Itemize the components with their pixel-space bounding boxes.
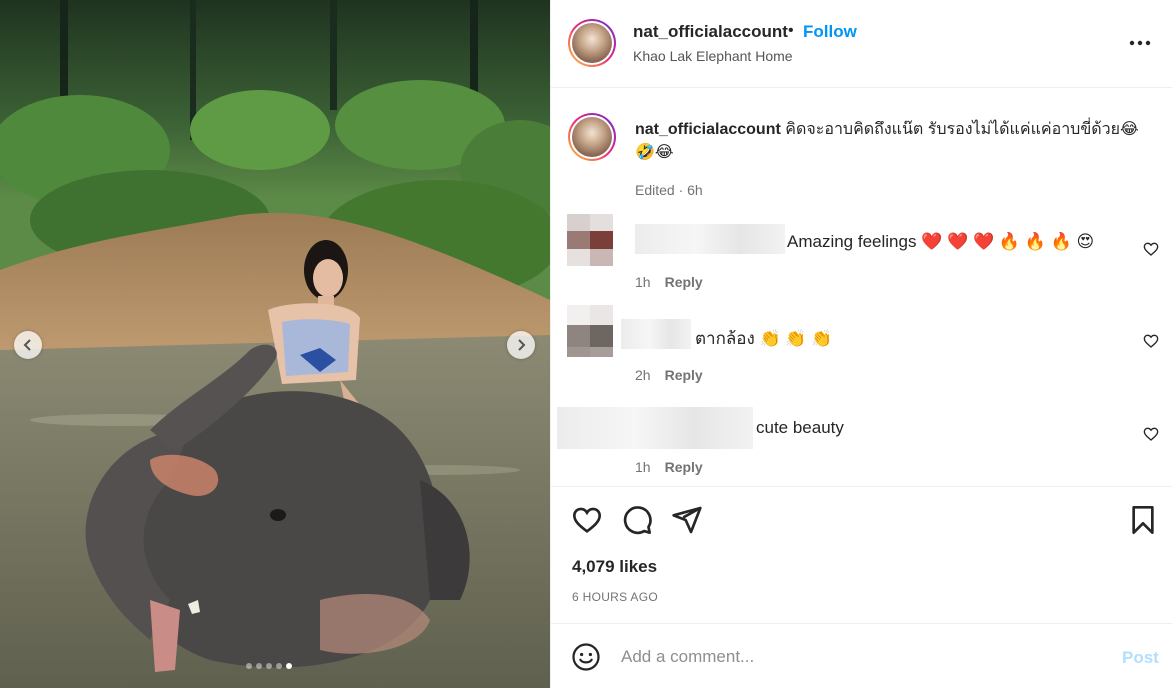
- caption-author-avatar[interactable]: [568, 113, 616, 161]
- header-separator: •: [788, 22, 794, 39]
- comment-text: ตากล้อง 👏 👏 👏: [695, 329, 833, 348]
- more-options-button[interactable]: [1129, 32, 1151, 54]
- post-actions: 4,079 likes 6 HOURS AGO: [551, 486, 1172, 623]
- chevron-right-icon: [518, 339, 526, 351]
- comment-time: 2h: [635, 367, 651, 383]
- commenter-username-blurred[interactable]: [635, 224, 785, 254]
- like-comment-icon[interactable]: [1143, 241, 1159, 257]
- carousel-dot: [276, 663, 282, 669]
- comment-time: 1h: [635, 274, 651, 290]
- post-caption: nat_officialaccount คิดจะอาบคิดถึงแน๊ต ร…: [635, 118, 1155, 164]
- share-send-icon[interactable]: [671, 504, 703, 536]
- carousel-indicator: [246, 663, 292, 669]
- next-slide-button[interactable]: [507, 331, 535, 359]
- post-header: nat_officialaccount • Follow Khao Lak El…: [551, 0, 1172, 88]
- reply-button[interactable]: Reply: [665, 367, 703, 383]
- save-bookmark-icon[interactable]: [1127, 504, 1159, 536]
- reply-button[interactable]: Reply: [665, 459, 703, 475]
- previous-slide-button[interactable]: [14, 331, 42, 359]
- photo-scene: [0, 0, 550, 688]
- commenter-avatar[interactable]: [567, 305, 613, 357]
- author-username[interactable]: nat_officialaccount: [633, 22, 788, 42]
- carousel-dot: [286, 663, 292, 669]
- carousel-dot: [256, 663, 262, 669]
- comment-bubble-icon[interactable]: [621, 504, 653, 536]
- like-heart-icon[interactable]: [571, 504, 603, 536]
- post-detail-panel: nat_officialaccount • Follow Khao Lak El…: [550, 0, 1172, 688]
- like-comment-icon[interactable]: [1143, 426, 1159, 442]
- comment-meta: 2h Reply: [635, 367, 703, 383]
- post-photo[interactable]: [0, 0, 550, 688]
- caption-username[interactable]: nat_officialaccount: [635, 121, 781, 138]
- commenter-avatar[interactable]: [567, 214, 613, 266]
- comment-composer: Post: [551, 623, 1172, 688]
- carousel-dot: [246, 663, 252, 669]
- caption-meta: Edited · 6h: [635, 182, 703, 198]
- likes-count[interactable]: 4,079 likes: [572, 557, 657, 577]
- comment-meta: 1h Reply: [635, 274, 703, 290]
- comment-item: Amazing feelings ❤️ ❤️ ❤️ 🔥 🔥 🔥 😍 1h Repl…: [551, 212, 1172, 292]
- like-comment-icon[interactable]: [1143, 333, 1159, 349]
- chevron-left-icon: [23, 339, 31, 351]
- carousel-dot: [266, 663, 272, 669]
- author-avatar[interactable]: [568, 19, 616, 67]
- comment-text: cute beauty: [756, 418, 844, 437]
- comment-item: cute beauty 1h Reply: [551, 397, 1172, 477]
- emoji-picker-icon[interactable]: [571, 642, 601, 672]
- post-comment-button[interactable]: Post: [1122, 648, 1159, 668]
- reply-button[interactable]: Reply: [665, 274, 703, 290]
- follow-button[interactable]: Follow: [803, 22, 857, 42]
- post-timestamp: 6 HOURS AGO: [572, 590, 658, 604]
- commenter-username-blurred[interactable]: [557, 407, 753, 449]
- post-location[interactable]: Khao Lak Elephant Home: [633, 48, 793, 64]
- comment-time: 1h: [635, 459, 651, 475]
- comment-input[interactable]: [621, 644, 1101, 670]
- more-horizontal-icon: [1129, 40, 1151, 46]
- comment-text: Amazing feelings ❤️ ❤️ ❤️ 🔥 🔥 🔥 😍: [787, 232, 1095, 251]
- comment-item: ตากล้อง 👏 👏 👏 2h Reply: [551, 303, 1172, 383]
- comment-meta: 1h Reply: [635, 459, 703, 475]
- commenter-username-blurred[interactable]: [621, 319, 691, 349]
